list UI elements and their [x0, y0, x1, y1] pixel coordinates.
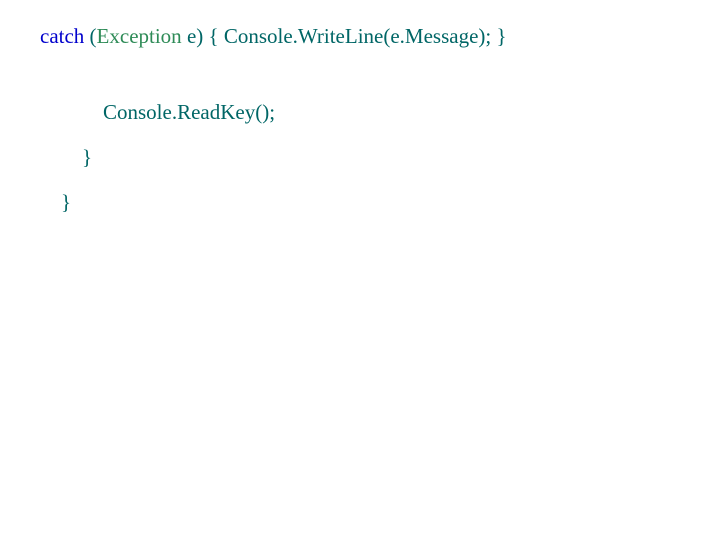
catch-body: e) { Console.WriteLine(e.Message); } — [187, 24, 507, 48]
code-line-close-brace-outer: } — [40, 192, 720, 213]
keyword-catch: catch — [40, 24, 84, 48]
code-block: catch (Exception e) { Console.WriteLine(… — [0, 0, 720, 213]
paren-open: ( — [90, 24, 97, 48]
code-line-close-brace-inner: } — [40, 147, 720, 168]
code-line-catch: catch (Exception e) { Console.WriteLine(… — [40, 26, 720, 47]
blank-line — [40, 64, 720, 102]
blank-line — [40, 140, 720, 147]
blank-line — [40, 185, 720, 192]
type-exception: Exception — [97, 24, 182, 48]
code-line-readkey: Console.ReadKey(); — [40, 102, 720, 123]
